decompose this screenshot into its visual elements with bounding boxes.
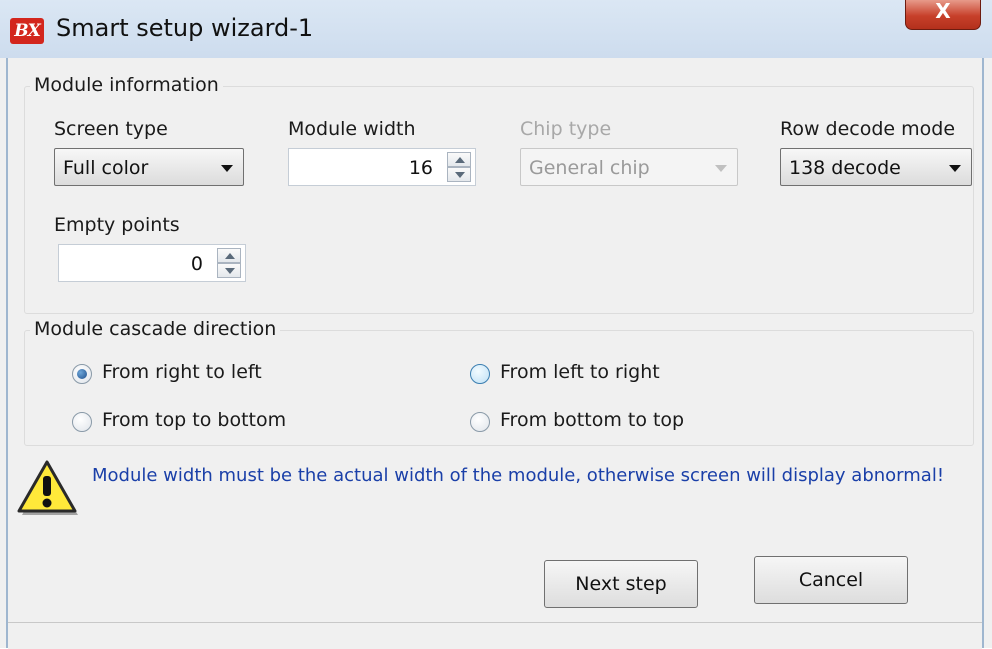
spin-down-icon[interactable] xyxy=(447,167,471,182)
radio-top-to-bottom-label[interactable]: From top to bottom xyxy=(102,409,286,431)
chevron-down-icon xyxy=(949,165,961,172)
cancel-button[interactable]: Cancel xyxy=(754,556,908,604)
spin-up-icon[interactable] xyxy=(447,152,471,167)
spin-down-icon[interactable] xyxy=(217,263,241,278)
row-decode-value: 138 decode xyxy=(789,157,901,179)
chip-type-value: General chip xyxy=(529,157,650,179)
radio-left-to-right[interactable] xyxy=(470,364,490,384)
status-bar xyxy=(8,622,982,649)
module-width-spin-buttons xyxy=(447,152,471,182)
row-decode-select[interactable]: 138 decode xyxy=(780,148,972,186)
empty-points-spinner[interactable]: 0 xyxy=(58,244,246,282)
radio-bottom-to-top-label[interactable]: From bottom to top xyxy=(500,409,684,431)
next-step-button[interactable]: Next step xyxy=(544,560,698,608)
radio-right-to-left[interactable] xyxy=(72,364,92,384)
empty-points-spin-buttons xyxy=(217,248,241,278)
radio-bottom-to-top[interactable] xyxy=(470,412,490,432)
screen-type-select[interactable]: Full color xyxy=(54,148,244,186)
module-width-value: 16 xyxy=(408,157,433,179)
screen-type-value: Full color xyxy=(63,157,149,179)
empty-points-value: 0 xyxy=(190,253,203,275)
warning-triangle-icon xyxy=(17,460,78,515)
cascade-title: Module cascade direction xyxy=(30,318,281,340)
radio-right-to-left-label[interactable]: From right to left xyxy=(102,361,262,383)
warning-message: Module width must be the actual width of… xyxy=(92,465,945,486)
title-bar: BX Smart setup wizard-1 X xyxy=(0,0,992,58)
radio-left-to-right-label[interactable]: From left to right xyxy=(500,361,660,383)
module-width-spinner[interactable]: 16 xyxy=(288,148,476,186)
row-decode-label: Row decode mode xyxy=(780,118,956,140)
chip-type-label: Chip type xyxy=(520,118,612,140)
chip-type-select: General chip xyxy=(520,148,738,186)
chevron-down-icon xyxy=(221,165,233,172)
module-width-label: Module width xyxy=(288,118,416,140)
module-info-title: Module information xyxy=(30,74,223,96)
close-icon: X xyxy=(935,0,951,23)
empty-points-label: Empty points xyxy=(54,214,180,236)
close-button[interactable]: X xyxy=(905,0,981,30)
wizard-window: BX Smart setup wizard-1 X Module informa… xyxy=(0,0,992,649)
app-logo-icon: BX xyxy=(10,18,44,44)
dialog-body: Module information Screen type Full colo… xyxy=(6,58,984,649)
screen-type-label: Screen type xyxy=(54,118,168,140)
spin-up-icon[interactable] xyxy=(217,248,241,263)
radio-top-to-bottom[interactable] xyxy=(72,412,92,432)
window-title: Smart setup wizard-1 xyxy=(56,14,314,42)
chevron-down-icon xyxy=(715,165,727,172)
